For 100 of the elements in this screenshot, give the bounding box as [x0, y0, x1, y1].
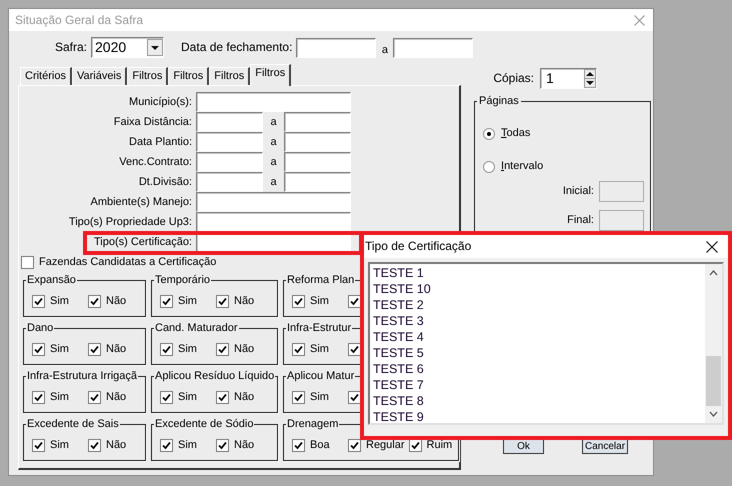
- safra-dropdown[interactable]: 2020: [91, 37, 164, 58]
- checkbox[interactable]: [32, 343, 45, 356]
- checkbox[interactable]: [32, 391, 45, 404]
- checkbox-label: Ruim: [426, 439, 452, 452]
- range-start-field[interactable]: [196, 152, 263, 172]
- filter-field[interactable]: [196, 192, 351, 212]
- checkbox[interactable]: [160, 295, 173, 308]
- start-page-field[interactable]: [599, 181, 644, 202]
- spinner-arrows-icon: [584, 69, 596, 88]
- list-item[interactable]: TESTE 4: [373, 329, 705, 345]
- group-title: Cand. Maturador: [154, 321, 239, 335]
- range-separator: a: [380, 44, 389, 57]
- checkbox-label: Sim: [50, 439, 69, 452]
- group-title: Aplicou Matur: [286, 369, 356, 383]
- radio-button[interactable]: [483, 160, 495, 172]
- filter-label: Dt.Divisão:: [138, 176, 193, 188]
- checkmark-icon: [294, 297, 303, 306]
- checkbox[interactable]: [292, 391, 305, 404]
- list-item[interactable]: TESTE 1: [373, 265, 705, 281]
- group-title: Infra-Estrutura Irrigaçã: [26, 369, 138, 383]
- checkbox[interactable]: [292, 343, 305, 356]
- checkbox[interactable]: [160, 391, 173, 404]
- filter-label: Tipo(s) Certificação:: [92, 236, 193, 248]
- range-start-field[interactable]: [196, 172, 263, 192]
- filter-label: Venc.Contrato:: [118, 156, 193, 168]
- group-title: Excedente de Sais: [26, 417, 120, 431]
- list-item[interactable]: TESTE 5: [373, 345, 705, 361]
- checkbox[interactable]: [348, 295, 361, 308]
- range-end-field[interactable]: [284, 152, 351, 172]
- checkbox[interactable]: [160, 343, 173, 356]
- checkbox[interactable]: [408, 439, 422, 452]
- closing-date-end-field[interactable]: [393, 38, 474, 58]
- range-end-field[interactable]: [284, 132, 351, 152]
- list-item[interactable]: TESTE 6: [373, 361, 705, 377]
- checkbox[interactable]: [21, 256, 34, 268]
- checkbox-label: Sim: [310, 391, 329, 404]
- checkbox-label: Não: [234, 391, 254, 404]
- checkbox[interactable]: [160, 439, 173, 452]
- checkbox-label: Não: [234, 439, 254, 452]
- checkbox[interactable]: [292, 295, 305, 308]
- checkmark-icon: [350, 393, 359, 402]
- range-start-field[interactable]: [196, 132, 263, 152]
- checkbox[interactable]: [88, 295, 101, 308]
- filter-field[interactable]: [196, 92, 351, 112]
- tab[interactable]: Filtros: [209, 67, 250, 85]
- range-separator: a: [269, 176, 278, 188]
- checkmark-icon: [162, 297, 171, 306]
- range-end-field[interactable]: [284, 112, 351, 132]
- radio-label: Intervalo: [501, 160, 544, 173]
- filter-label: Faixa Distância:: [112, 116, 193, 128]
- filter-label: Município(s):: [128, 96, 193, 108]
- copies-label: Cópias:: [493, 72, 534, 85]
- checkbox[interactable]: [348, 391, 361, 404]
- close-icon[interactable]: [706, 240, 718, 252]
- checkmark-icon: [90, 345, 99, 354]
- checkbox[interactable]: [216, 439, 229, 452]
- filter-label: Data Plantio:: [128, 136, 193, 148]
- tab[interactable]: Filtros: [168, 67, 210, 85]
- range-end-field[interactable]: [284, 172, 351, 192]
- checkmark-icon: [162, 393, 171, 402]
- checkbox[interactable]: [88, 343, 101, 356]
- closing-date-start-field[interactable]: [296, 38, 376, 58]
- filter-label: Ambiente(s) Manejo:: [90, 196, 193, 208]
- radio-button[interactable]: [483, 128, 495, 140]
- copies-spinner[interactable]: 1: [540, 68, 597, 89]
- checkbox[interactable]: [348, 439, 361, 452]
- group-title: Aplicou Resíduo Líquido: [154, 369, 276, 383]
- checkbox[interactable]: [88, 439, 101, 452]
- tab[interactable]: Critérios: [20, 67, 72, 85]
- filter-field[interactable]: [196, 212, 351, 232]
- list-item[interactable]: TESTE 3: [373, 313, 705, 329]
- group-title: Páginas: [478, 94, 520, 108]
- checkmark-icon: [90, 297, 99, 306]
- checkmark-icon: [34, 441, 43, 450]
- checkbox-label: Boa: [310, 439, 330, 452]
- tab[interactable]: Filtros: [250, 64, 292, 86]
- checkmark-icon: [34, 297, 43, 306]
- list-item[interactable]: TESTE 8: [373, 393, 705, 409]
- checkmark-icon: [162, 345, 171, 354]
- list-item[interactable]: TESTE 9: [373, 409, 705, 425]
- checkbox[interactable]: [216, 343, 229, 356]
- checkbox[interactable]: [88, 391, 101, 404]
- tab[interactable]: Variáveis: [72, 67, 128, 85]
- scrollbar[interactable]: [705, 264, 722, 423]
- range-start-field[interactable]: [196, 112, 263, 132]
- tab[interactable]: Filtros: [127, 67, 168, 85]
- list-item[interactable]: TESTE 10: [373, 281, 705, 297]
- checkmark-icon: [218, 441, 227, 450]
- checkbox[interactable]: [292, 439, 305, 452]
- radio-label: Todas: [501, 127, 530, 140]
- checkbox[interactable]: [32, 439, 45, 452]
- scroll-thumb[interactable]: [706, 356, 721, 406]
- list-item[interactable]: TESTE 7: [373, 377, 705, 393]
- checkbox[interactable]: [348, 343, 361, 356]
- checkbox[interactable]: [32, 295, 45, 308]
- list-item[interactable]: TESTE 2: [373, 297, 705, 313]
- checkbox[interactable]: [216, 295, 229, 308]
- end-page-field[interactable]: [599, 210, 644, 231]
- checkbox-label: Não: [106, 439, 126, 452]
- checkbox[interactable]: [216, 391, 229, 404]
